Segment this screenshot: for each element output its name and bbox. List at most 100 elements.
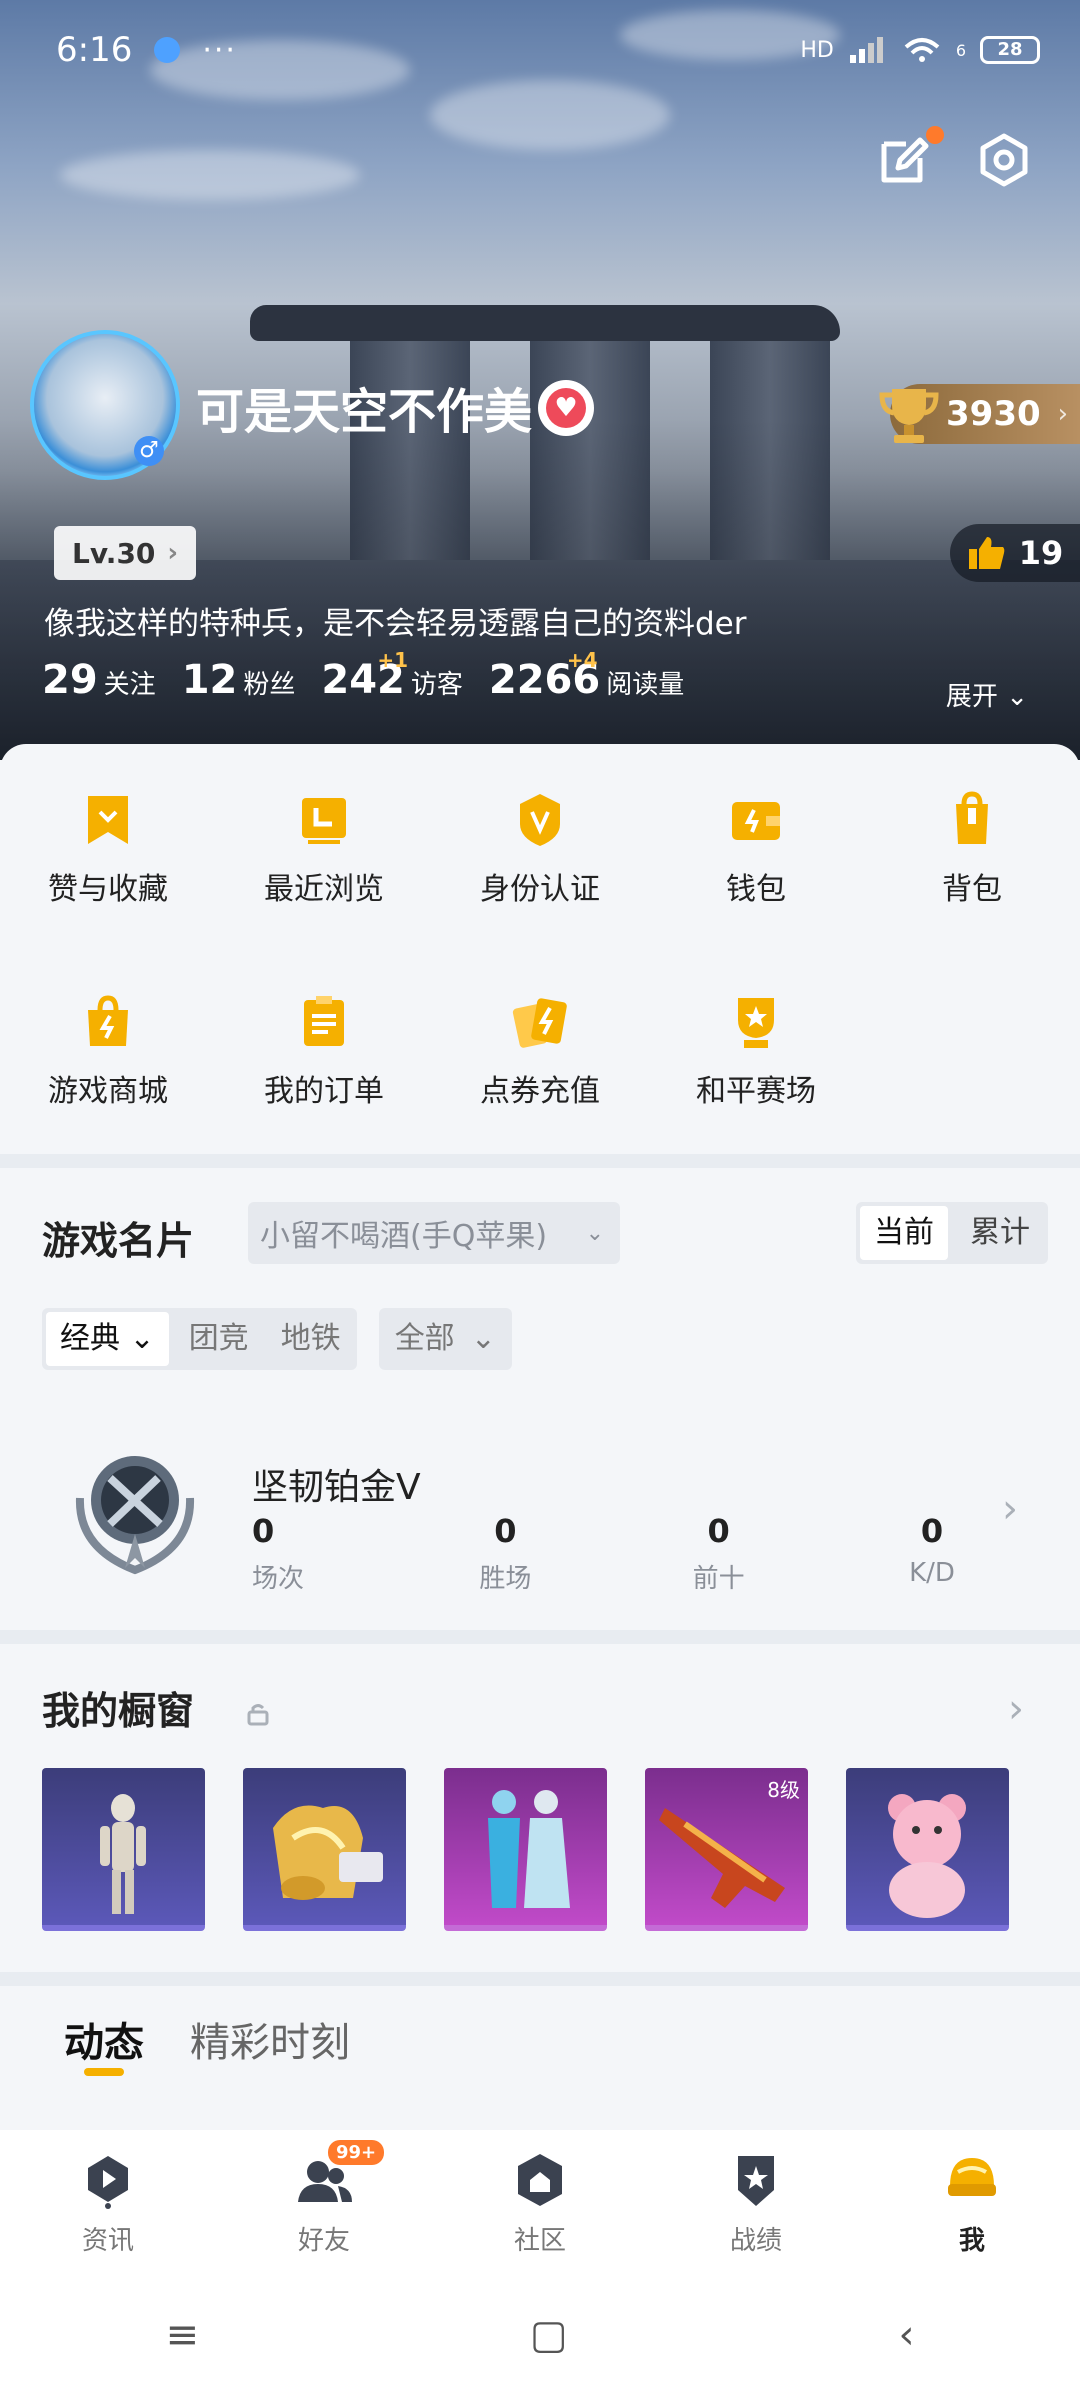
stat-increment: +1: [377, 648, 409, 672]
showcase-item-gold-set[interactable]: [243, 1768, 406, 1931]
stat-value: 0: [707, 1512, 730, 1550]
verified-icon: [520, 794, 560, 846]
period-toggle: 当前 累计: [856, 1202, 1048, 1264]
showcase-item-flame-rifle[interactable]: 8级: [645, 1768, 808, 1931]
nav-me[interactable]: 我: [864, 2130, 1080, 2270]
chevron-right-icon[interactable]: ›: [1002, 1486, 1018, 1532]
section-divider: [0, 1154, 1080, 1168]
wifi-label: 6: [955, 40, 966, 60]
heart-badge[interactable]: ♥: [538, 380, 594, 436]
lock-icon[interactable]: [246, 1702, 270, 1726]
menu-arena[interactable]: 和平赛场: [648, 992, 864, 1110]
more-status-icon: ···: [202, 32, 237, 68]
header-actions: [874, 126, 1034, 190]
history-icon: [302, 798, 346, 844]
app-status-icon: [154, 37, 181, 63]
nav-label: 我: [958, 2226, 985, 2256]
filter-select[interactable]: 全部 ⌄: [378, 1308, 512, 1370]
stat-visitors[interactable]: 242 +1 访客: [321, 648, 463, 700]
stat-reads[interactable]: 2266 +4 阅读量: [489, 648, 684, 700]
segment-current[interactable]: 当前: [860, 1206, 948, 1260]
menu-recent[interactable]: 最近浏览: [216, 790, 432, 908]
avatar[interactable]: ♂: [30, 330, 180, 480]
section-divider: [0, 1972, 1080, 1986]
chevron-right-icon[interactable]: ›: [1008, 1686, 1024, 1732]
status-time: 6:16: [56, 30, 133, 70]
rank-platinum-icon[interactable]: [70, 1438, 200, 1578]
nav-news[interactable]: 资讯: [0, 2130, 216, 2270]
showcase-item-pink-bear[interactable]: [846, 1768, 1009, 1931]
menu-label: 身份认证: [480, 872, 600, 907]
tab-highlights[interactable]: 精彩时刻: [190, 2010, 350, 2068]
stat-kd: 0 K/D: [892, 1512, 972, 1595]
record-icon: [738, 2156, 774, 2206]
chevron-right-icon: ›: [1057, 399, 1068, 429]
rank-name: 坚韧铂金V: [252, 1467, 421, 1508]
mode-label: 经典: [60, 1321, 120, 1356]
news-icon: [88, 2156, 128, 2209]
showcase-item-mummy-outfit[interactable]: [42, 1768, 205, 1931]
wallet-icon: [732, 802, 780, 840]
stat-label: 访客: [410, 670, 463, 700]
showcase-item-couple-outfit[interactable]: [444, 1768, 607, 1931]
nav-community[interactable]: 社区: [432, 2130, 648, 2270]
stat-value: 0: [252, 1512, 275, 1550]
notification-dot: [926, 126, 944, 144]
menu-label: 背包: [942, 872, 1002, 907]
stat-following[interactable]: 29 关注: [42, 660, 156, 700]
nav-record[interactable]: 战绩: [648, 2130, 864, 2270]
expand-button[interactable]: 展开 ⌄: [946, 676, 1028, 713]
showcase-items: 8级: [42, 1768, 1009, 1931]
likes-chip[interactable]: 19: [950, 524, 1080, 582]
menu-verification[interactable]: 身份认证: [432, 790, 648, 908]
gold-outfit-icon: [273, 1805, 383, 1900]
stat-increment: +4: [566, 648, 598, 672]
filter-label: 全部: [394, 1321, 455, 1356]
menu-row: 赞与收藏 最近浏览 身份认证 钱包 背包: [0, 790, 1080, 908]
mode-metro[interactable]: 地铁: [265, 1308, 357, 1370]
nav-label: 资讯: [81, 2226, 134, 2256]
heart-icon: ♥: [546, 388, 586, 428]
mode-team[interactable]: 团竞: [173, 1308, 265, 1370]
bear-icon: [888, 1794, 966, 1918]
bio-text: 像我这样的特种兵，是不会轻易透露自己的资料der: [44, 606, 747, 642]
menu-game-store[interactable]: 游戏商城: [0, 992, 216, 1110]
menu-wallet[interactable]: 钱包: [648, 790, 864, 908]
chevron-down-icon: ⌄: [129, 1321, 155, 1356]
stat-key: K/D: [909, 1558, 955, 1588]
stat-key: 胜场: [479, 1564, 532, 1594]
back-icon[interactable]: ‹: [899, 2312, 915, 2358]
tab-posts[interactable]: 动态: [64, 2010, 144, 2068]
wifi-icon: [904, 38, 940, 62]
stat-key: 前十: [692, 1564, 745, 1594]
system-nav-bar: ≡ ▢ ‹: [0, 2270, 1080, 2400]
menu-likes-favorites[interactable]: 赞与收藏: [0, 790, 216, 908]
stat-wins: 0 胜场: [465, 1512, 545, 1595]
quick-menu-card: 赞与收藏 最近浏览 身份认证 钱包 背包 游戏商城 我的订单 点券充值 和平赛场: [0, 744, 1080, 1154]
home-icon[interactable]: ▢: [530, 2312, 568, 2358]
stat-fans[interactable]: 12 粉丝: [182, 660, 296, 700]
profile-stats: 29 关注 12 粉丝 242 +1 访客 2266 +4 阅读量: [42, 648, 684, 700]
stat-value: 0: [494, 1512, 517, 1550]
game-card: 游戏名片 小留不喝酒(手Q苹果) ⌄ 当前 累计 经典 ⌄ 团竞 地铁 全部 ⌄…: [0, 1168, 1080, 1630]
segment-total[interactable]: 累计: [952, 1202, 1048, 1264]
level-badge[interactable]: Lv.30 ›: [54, 526, 197, 580]
likes-count: 19: [1018, 534, 1064, 572]
nav-friends[interactable]: 99+ 好友: [216, 2130, 432, 2270]
trophy-score-chip[interactable]: 3930 ›: [879, 384, 1080, 444]
menu-orders[interactable]: 我的订单: [216, 992, 432, 1110]
settings-button[interactable]: [974, 130, 1034, 190]
edit-profile-button[interactable]: [874, 126, 944, 190]
stat-value: 0: [920, 1512, 944, 1550]
menu-backpack[interactable]: 背包: [864, 790, 1080, 908]
chevron-right-icon: ›: [167, 538, 179, 568]
menu-recharge[interactable]: 点券充值: [432, 992, 648, 1110]
menu-label: 赞与收藏: [48, 872, 168, 907]
menu-icon[interactable]: ≡: [165, 2312, 199, 2358]
account-select[interactable]: 小留不喝酒(手Q苹果) ⌄: [248, 1202, 620, 1264]
mode-classic[interactable]: 经典 ⌄: [46, 1312, 169, 1366]
mode-tabs: 经典 ⌄ 团竞 地铁: [42, 1308, 357, 1370]
bottom-nav: 资讯 99+ 好友 社区 战绩 我: [0, 2130, 1080, 2270]
nav-label: 社区: [513, 2226, 566, 2256]
orders-icon: [304, 996, 344, 1046]
